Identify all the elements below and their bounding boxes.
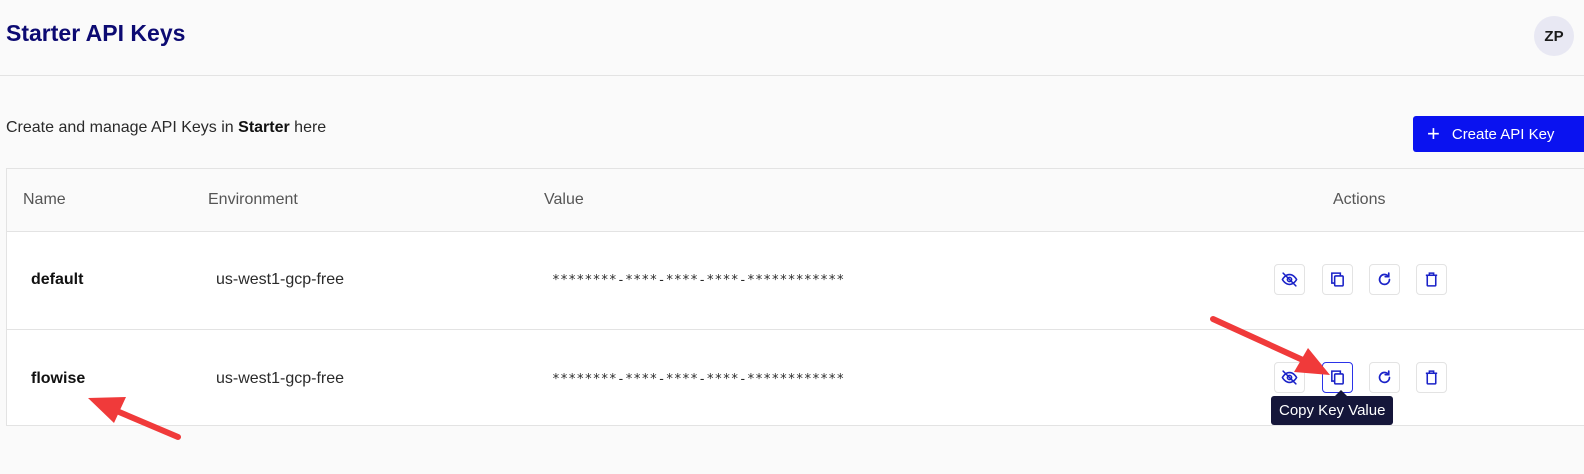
key-name: flowise [31,370,86,387]
copy-tooltip: Copy Key Value [1271,390,1394,425]
refresh-icon [1378,370,1391,384]
page-header: Starter API Keys ZP [0,0,1584,76]
show-key-button[interactable] [1274,264,1305,295]
delete-key-button[interactable] [1416,264,1447,295]
table-header: Name Environment Value Actions [7,169,1584,232]
column-header-environment: Environment [208,191,298,208]
copy-icon [1331,370,1344,385]
show-key-button[interactable] [1274,362,1305,393]
create-api-key-label: Create API Key [1451,125,1555,143]
key-name: default [31,271,84,288]
trash-icon [1425,370,1438,385]
refresh-icon [1378,272,1391,286]
eye-off-icon [1281,370,1298,385]
eye-off-icon [1281,272,1298,287]
copy-key-button[interactable] [1322,362,1353,393]
create-api-key-button[interactable]: + Create API Key [1413,116,1584,152]
column-header-name: Name [23,191,66,208]
key-value: ********-****-****-****-************ [552,273,845,288]
intro-text: Create and manage API Keys in Starter he… [6,119,326,137]
plus-icon: + [1427,121,1440,146]
regenerate-key-button[interactable] [1369,362,1400,393]
project-name: Starter [238,119,290,136]
key-environment: us-west1-gcp-free [216,370,345,387]
intro-suffix: here [289,119,327,136]
copy-icon [1331,272,1344,287]
table-row: default us-west1-gcp-free ********-****-… [7,232,1584,330]
api-keys-table: Name Environment Value Actions default u… [6,168,1584,426]
page-title: Starter API Keys [6,20,186,46]
intro-prefix: Create and manage API Keys in [6,119,239,136]
trash-icon [1425,272,1438,287]
regenerate-key-button[interactable] [1369,264,1400,295]
column-header-value: Value [544,191,584,208]
key-environment: us-west1-gcp-free [216,271,345,288]
key-value: ********-****-****-****-************ [552,372,845,387]
column-header-actions: Actions [1333,191,1386,208]
avatar[interactable]: ZP [1534,16,1574,56]
delete-key-button[interactable] [1416,362,1447,393]
copy-key-button[interactable] [1322,264,1353,295]
